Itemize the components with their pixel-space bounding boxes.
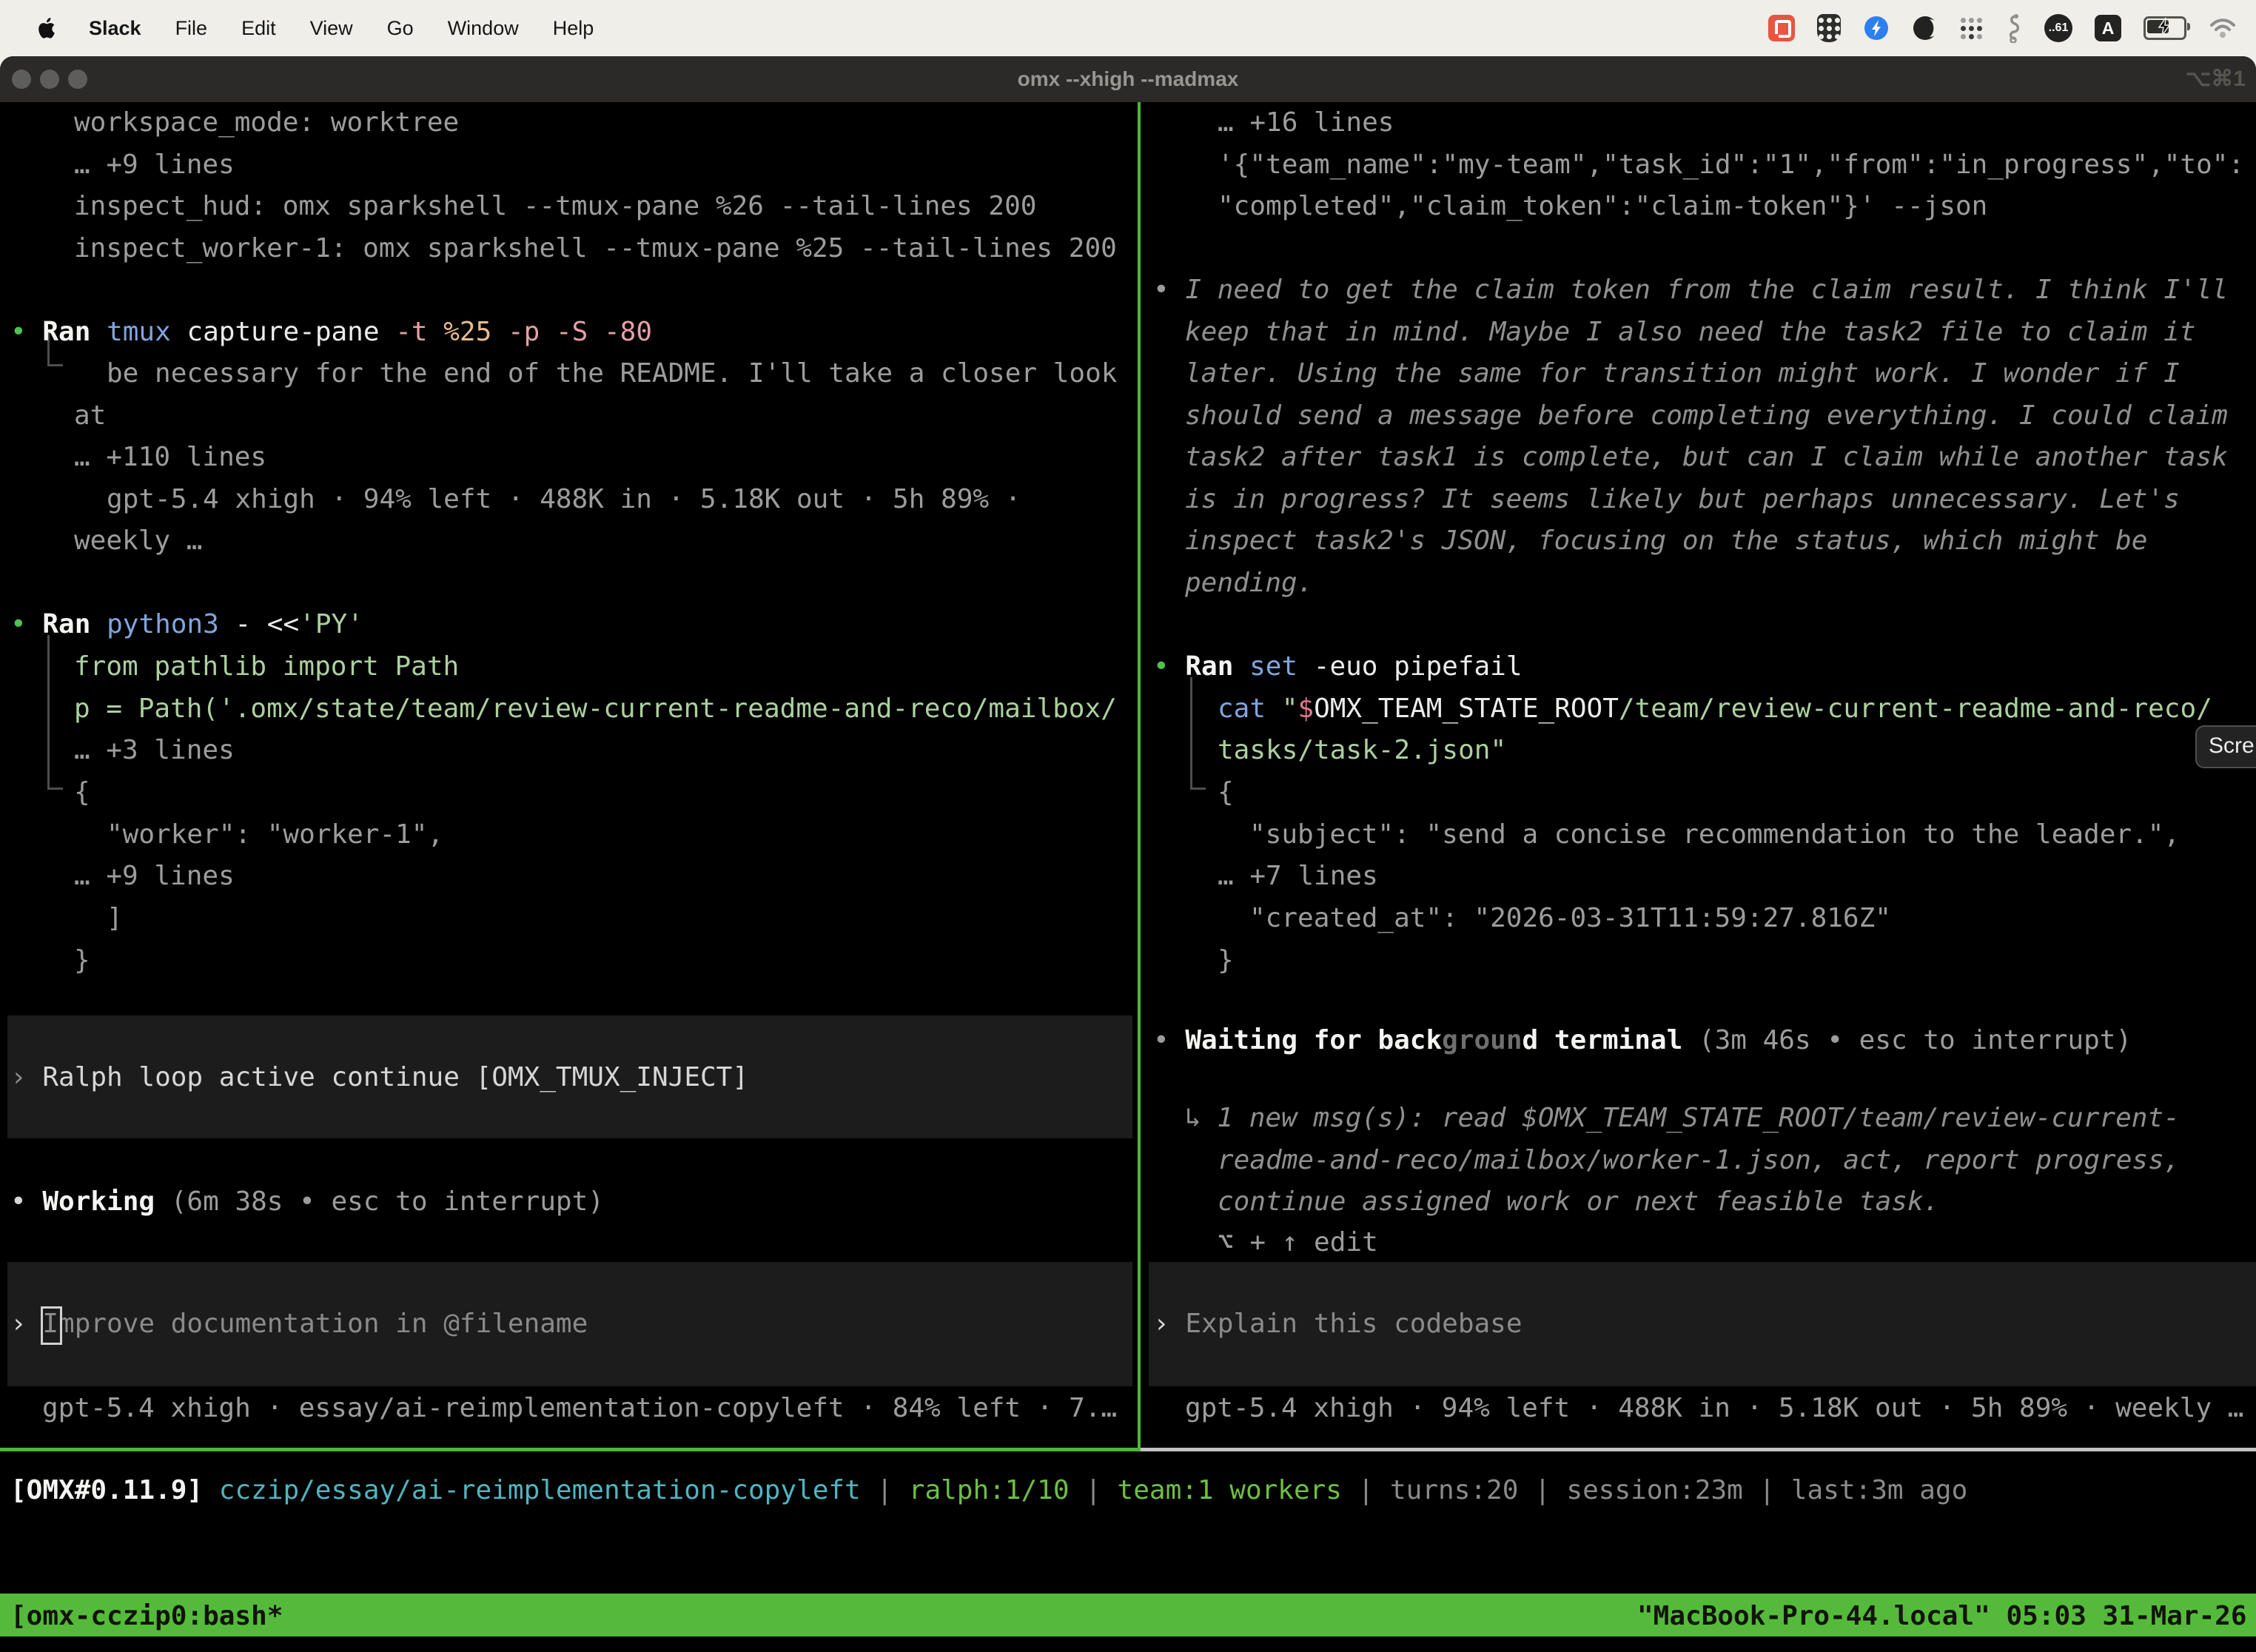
terminal-line: continue assigned work or next feasible … (1218, 1181, 1939, 1223)
terminal-line: is in progress? It seems likely but perh… (1185, 478, 2180, 520)
terminal-line: [OMX#0.11.9] cczip/essay/ai-reimplementa… (10, 1469, 1967, 1511)
terminal-line: { (1218, 771, 1234, 813)
terminal-line: ⌥ + ↑ edit (1218, 1221, 1378, 1263)
terminal-line: • Ran set -euo pipefail (1153, 645, 1523, 688)
terminal-line: later. Using the same for transition mig… (1185, 352, 2180, 394)
terminal-line: › Explain this codebase (1153, 1303, 1523, 1345)
terminal-line: "completed","claim_token":"claim-token"}… (1218, 185, 1987, 227)
terminal-line: … +16 lines (1218, 101, 1394, 144)
right-pane-and-status: … +16 lines'{"team_name":"my-team","task… (0, 0, 2256, 1652)
terminal-line: '{"team_name":"my-team","task_id":"1","f… (1218, 144, 2244, 186)
terminal-line: task2 after task1 is complete, but can I… (1185, 436, 2228, 478)
terminal-line: • Waiting for background terminal (3m 46… (1153, 1019, 2132, 1061)
terminal-line: pending. (1185, 562, 1313, 604)
terminal-line: inspect task2's JSON, focusing on the st… (1185, 520, 2147, 562)
terminal-line: readme-and-reco/mailbox/worker-1.json, a… (1218, 1139, 2180, 1181)
terminal-line: } (1218, 939, 1234, 981)
terminal-line: [omx-cczip0:bash* (10, 1595, 283, 1637)
screen-tooltip: Scre (2195, 725, 2256, 768)
terminal-line: tasks/task-2.json" (1218, 729, 1506, 771)
terminal-line: keep that in mind. Maybe I also need the… (1185, 311, 2195, 353)
terminal-line: … +7 lines (1218, 855, 1378, 897)
screen: { "menu_bar": { "app": "Slack", "items":… (0, 0, 2256, 1652)
terminal-line: "created_at": "2026-03-31T11:59:27.816Z" (1249, 897, 1891, 939)
terminal-line: gpt-5.4 xhigh · 94% left · 488K in · 5.1… (1185, 1387, 2243, 1429)
terminal-line: • I need to get the claim token from the… (1153, 269, 2228, 311)
text-cursor (41, 1306, 62, 1345)
terminal-line: "MacBook-Pro-44.local" 05:03 31-Mar-26 (1637, 1595, 2247, 1637)
terminal-line: "subject": "send a concise recommendatio… (1249, 813, 2180, 856)
terminal-line: ↳ 1 new msg(s): read $OMX_TEAM_STATE_ROO… (1185, 1097, 2180, 1139)
terminal-line: cat "$OMX_TEAM_STATE_ROOT/team/review-cu… (1218, 688, 2212, 730)
terminal-line: should send a message before completing … (1185, 394, 2228, 437)
